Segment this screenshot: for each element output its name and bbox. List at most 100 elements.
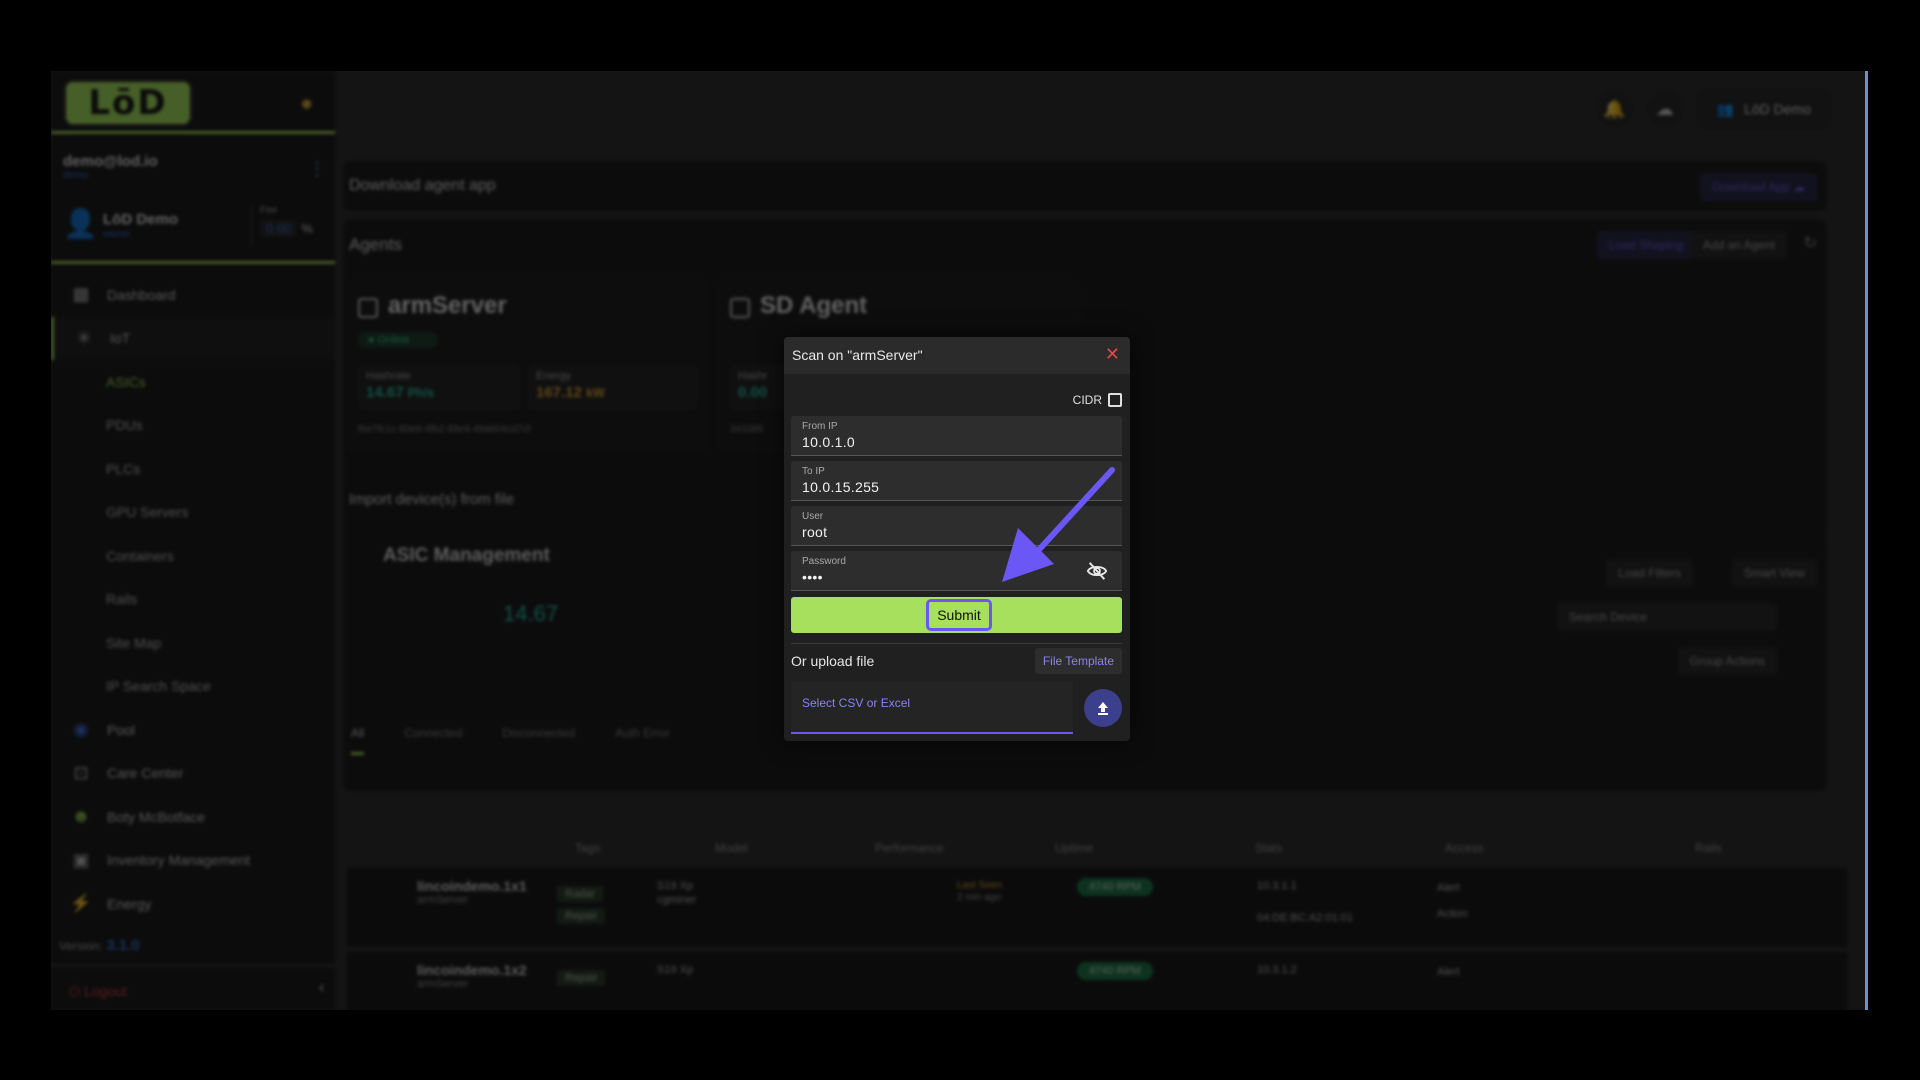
device-name[interactable]: lincoindemo.1x2: [417, 962, 527, 978]
account-info: demo@lod.io demo: [63, 153, 323, 181]
device-ip[interactable]: 10.3.1.2: [1257, 964, 1297, 976]
download-app-button[interactable]: Download App ☁: [1700, 173, 1817, 201]
table-row[interactable]: lincoindemo.1x1 armServer Radar Repair S…: [347, 867, 1847, 947]
file-template-button[interactable]: File Template: [1034, 648, 1122, 674]
sidebar-sub-rails[interactable]: Rails: [51, 578, 335, 622]
load-shaping-button[interactable]: Load Shaping: [1596, 231, 1695, 259]
cidr-checkbox[interactable]: [1108, 393, 1122, 407]
download-app-label: Download App: [1712, 180, 1790, 194]
inventory-icon: ▣: [72, 849, 90, 870]
bell-icon[interactable]: 🔔: [1596, 91, 1633, 127]
logout-button[interactable]: ⏻ Logout: [69, 983, 127, 1000]
device-model: S19 Xp: [657, 880, 694, 892]
search-device-input[interactable]: Search Device: [1557, 603, 1777, 631]
rail-action[interactable]: Action: [1437, 908, 1468, 920]
col-uptime[interactable]: Uptime: [1055, 841, 1093, 855]
agent-status-badge: ● Online: [358, 332, 438, 348]
add-agent-button[interactable]: Add an Agent: [1690, 231, 1787, 259]
agents-title: Agents: [349, 235, 402, 254]
device-tag[interactable]: Repair: [557, 908, 606, 924]
sidebar-sub-containers[interactable]: Containers: [51, 534, 335, 578]
fee-value[interactable]: 0.00: [260, 220, 298, 237]
submit-button[interactable]: Submit: [791, 597, 1122, 633]
sidebar: LōD ✹ demo@lod.io demo ⋮ 👤 LōD Demo owne…: [51, 71, 335, 1010]
tab-all[interactable]: All: [351, 726, 365, 755]
sidebar-item-energy[interactable]: ⚡ Energy: [51, 882, 335, 926]
sidebar-sub-gpu-servers[interactable]: GPU Servers: [51, 491, 335, 535]
close-icon[interactable]: ✕: [1105, 344, 1120, 364]
to-ip-field[interactable]: To IP 10.0.15.255: [791, 461, 1122, 501]
agent-id: 341085: [730, 424, 764, 435]
table-row[interactable]: lincoindemo.1x2 armServer Repair S19 Xp …: [347, 951, 1847, 1010]
col-access[interactable]: Access: [1445, 841, 1484, 855]
from-ip-field[interactable]: From IP 10.0.1.0: [791, 416, 1122, 456]
sidebar-sub-pdus[interactable]: PDUs: [51, 404, 335, 448]
cidr-toggle[interactable]: CIDR: [1073, 393, 1122, 407]
fee-label: Fee: [260, 205, 278, 216]
sidebar-item-inventory[interactable]: ▣ Inventory Management: [51, 839, 335, 883]
group-actions-button[interactable]: Group Actions: [1677, 647, 1777, 675]
grid-icon: ▦: [72, 284, 90, 305]
sidebar-sub-ip-search-space[interactable]: IP Search Space: [51, 665, 335, 709]
user-field[interactable]: User root: [791, 506, 1122, 546]
col-performance[interactable]: Performance: [875, 841, 944, 855]
device-tag[interactable]: Radar: [557, 886, 603, 902]
user-name: LōD Demo: [103, 211, 178, 228]
fee-unit: %: [301, 221, 313, 236]
agent-card-armserver[interactable]: armServer ● Online Hashrate 14.67 Ph/s E…: [347, 281, 707, 451]
upload-button[interactable]: [1084, 689, 1122, 727]
device-tag[interactable]: Repair: [557, 970, 606, 986]
sidebar-sub-site-map[interactable]: Site Map: [51, 621, 335, 665]
col-stats[interactable]: Stats: [1255, 841, 1282, 855]
device-ip[interactable]: 10.3.1.1: [1257, 880, 1297, 892]
from-ip-value[interactable]: 10.0.1.0: [802, 434, 855, 450]
topbar: 🔔 ☁ 👥 LōD Demo: [1596, 89, 1831, 129]
more-options-icon[interactable]: ⋮: [308, 159, 326, 180]
smart-view-button[interactable]: Smart View: [1731, 559, 1817, 587]
rail-alert[interactable]: Alert: [1437, 966, 1460, 978]
last-seen-label: Last Seen: [957, 880, 1003, 891]
agent-checkbox[interactable]: [358, 298, 378, 318]
version-info: Version: 3.1.0: [59, 937, 140, 954]
eye-off-icon[interactable]: [1086, 560, 1108, 582]
col-tags[interactable]: Tags: [575, 841, 600, 855]
device-name[interactable]: lincoindemo.1x1: [417, 878, 527, 894]
agent-name: SD Agent: [760, 292, 868, 319]
sidebar-item-pool[interactable]: ◉ Pool: [51, 708, 335, 752]
tab-disconnected[interactable]: Disconnected: [502, 726, 575, 755]
device-miner: cgminer: [657, 894, 697, 906]
nav-label: Dashboard: [107, 286, 176, 303]
hashrate-label: Hashr: [738, 370, 768, 382]
user-label: User: [802, 511, 824, 522]
load-filters-button[interactable]: Load Filters: [1606, 559, 1693, 587]
col-rails[interactable]: Rails: [1695, 841, 1722, 855]
col-model[interactable]: Model: [715, 841, 748, 855]
sidebar-item-dashboard[interactable]: ▦ Dashboard: [51, 273, 335, 317]
sidebar-item-boty[interactable]: ☻ Boty McBotface: [51, 795, 335, 839]
refresh-icon[interactable]: ↻: [1804, 233, 1817, 253]
cloud-icon[interactable]: ☁: [1646, 91, 1683, 127]
tab-connected[interactable]: Connected: [404, 726, 462, 755]
tab-auth-error[interactable]: Auth Error: [615, 726, 670, 755]
sidebar-sub-asics[interactable]: ASICs: [51, 360, 335, 404]
user-value[interactable]: root: [802, 524, 827, 540]
rail-alert[interactable]: Alert: [1437, 882, 1460, 894]
energy-unit: kW: [586, 386, 605, 400]
agent-checkbox[interactable]: [730, 298, 750, 318]
password-field[interactable]: Password ••••: [791, 551, 1122, 591]
account-sub: demo: [63, 170, 89, 181]
user-menu-label: LōD Demo: [1744, 101, 1811, 117]
sidebar-sub-plcs[interactable]: PLCs: [51, 447, 335, 491]
theme-toggle-icon[interactable]: ✹: [300, 95, 313, 115]
select-file-input[interactable]: Select CSV or Excel: [791, 682, 1073, 734]
user-menu-button[interactable]: 👥 LōD Demo: [1696, 89, 1831, 129]
divider: [51, 131, 335, 134]
password-value[interactable]: ••••: [802, 569, 823, 585]
collapse-sidebar-icon[interactable]: ‹: [319, 979, 324, 997]
sidebar-item-iot[interactable]: ✳ IoT: [51, 316, 335, 360]
lod-logo[interactable]: LōD: [63, 79, 193, 127]
to-ip-value[interactable]: 10.0.15.255: [802, 479, 879, 495]
agent-name: armServer: [388, 292, 507, 319]
sidebar-item-care-center[interactable]: ⊡ Care Center: [51, 752, 335, 796]
user-avatar-icon: 👤: [63, 208, 98, 239]
